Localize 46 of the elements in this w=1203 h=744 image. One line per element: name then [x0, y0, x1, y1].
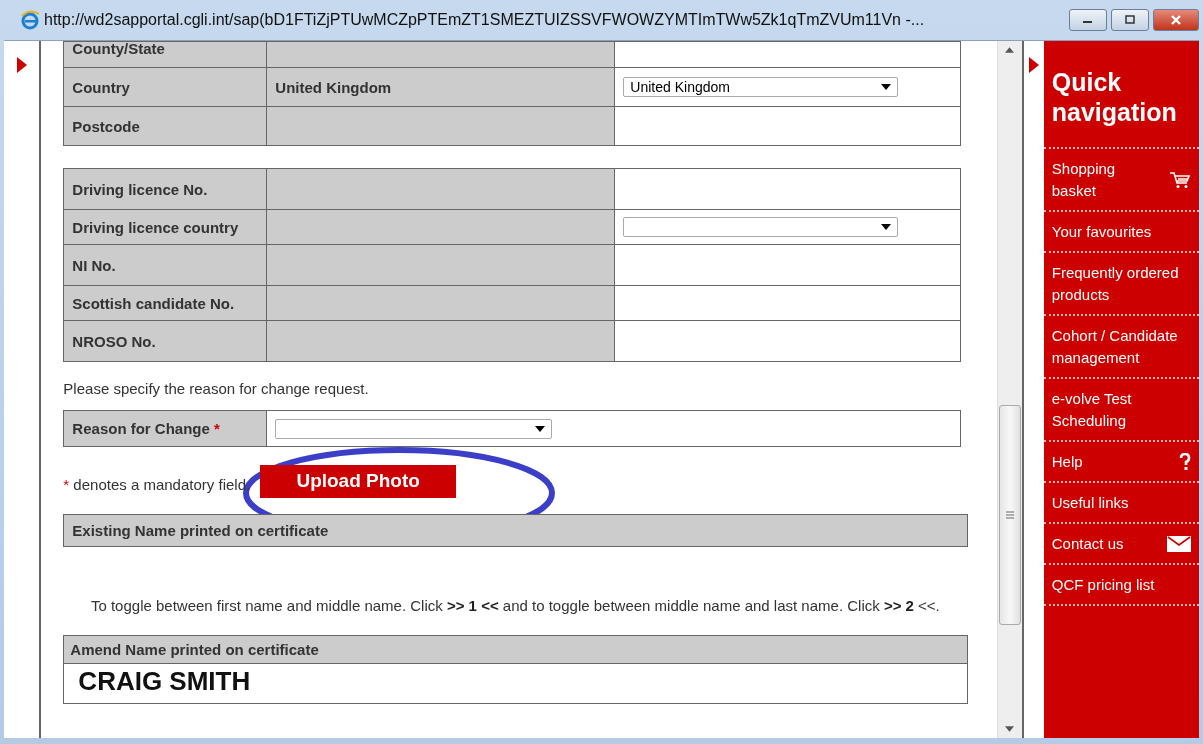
- field-label: Scottish candidate No.: [63, 285, 267, 321]
- caret-icon: [535, 425, 546, 432]
- nav-link[interactable]: QCF pricing list: [1043, 565, 1199, 606]
- nav-link[interactable]: Shopping basket: [1043, 149, 1199, 212]
- field-label: Driving licence No.: [63, 168, 267, 210]
- panel-title: Quick navigation: [1043, 41, 1199, 149]
- upload-photo-button[interactable]: Upload Photo: [260, 464, 457, 498]
- close-icon: [1169, 15, 1183, 25]
- close-button[interactable]: [1153, 9, 1199, 31]
- caret-icon: [881, 224, 892, 230]
- maximize-icon: [1124, 15, 1136, 25]
- collapse-arrow-icon[interactable]: [1028, 57, 1039, 73]
- caret-icon: [881, 84, 892, 90]
- field-label: County/State: [63, 41, 267, 68]
- nav-link[interactable]: Cohort / Candidate management: [1043, 316, 1199, 379]
- field-label: Driving licence country: [63, 209, 267, 245]
- nav-link[interactable]: Contact us: [1043, 524, 1199, 565]
- instruction-text: Please specify the reason for change request.: [63, 380, 370, 399]
- field-label: Reason for Change *: [72, 420, 220, 437]
- field-label: Country: [63, 67, 267, 107]
- scrollbar[interactable]: [996, 41, 1023, 738]
- nav-link[interactable]: Your favourites: [1043, 212, 1199, 253]
- name-field[interactable]: CRAIG SMITH: [63, 664, 969, 704]
- maximize-button[interactable]: [1111, 9, 1149, 31]
- scroll-up-icon[interactable]: [1005, 47, 1015, 53]
- field-label: Postcode: [63, 106, 267, 146]
- section-header: Amend Name printed on certificate: [63, 635, 969, 664]
- nav-link[interactable]: Help: [1043, 442, 1199, 483]
- question-mark-icon: [1179, 453, 1191, 471]
- table-cell: United Kingdom: [266, 67, 615, 107]
- envelope-icon: [1167, 536, 1191, 552]
- window-title: http://wd2sapportal.cgli.int/sap(bD1FTiZjPTUwMCZpPTEmZT1SMEZTUIZSSVFWOWZYMTImTWw5Zk1qTmZVUm11Vn -...: [44, 11, 926, 29]
- instruction-text: To toggle between first name and middle name. Click >> 1 << and to toggle between middle name and last name. Click >> 2 <<.: [89, 596, 941, 616]
- country-dropdown[interactable]: United Kingdom: [623, 77, 899, 97]
- scroll-down-icon[interactable]: [1005, 726, 1015, 732]
- nav-link[interactable]: Useful links: [1043, 483, 1199, 524]
- nav-link[interactable]: e-volve Test Scheduling: [1043, 379, 1199, 442]
- section-header: Existing Name printed on certificate: [63, 514, 969, 547]
- expand-arrow-icon[interactable]: [16, 57, 27, 73]
- field-label: NROSO No.: [63, 320, 267, 362]
- grip-icon: [1005, 511, 1014, 519]
- browser-icon: [20, 10, 40, 30]
- cart-icon: [1169, 171, 1191, 189]
- minimize-button[interactable]: [1069, 9, 1107, 31]
- nav-link[interactable]: Frequently ordered products: [1043, 253, 1199, 316]
- field-label: NI No.: [63, 244, 267, 286]
